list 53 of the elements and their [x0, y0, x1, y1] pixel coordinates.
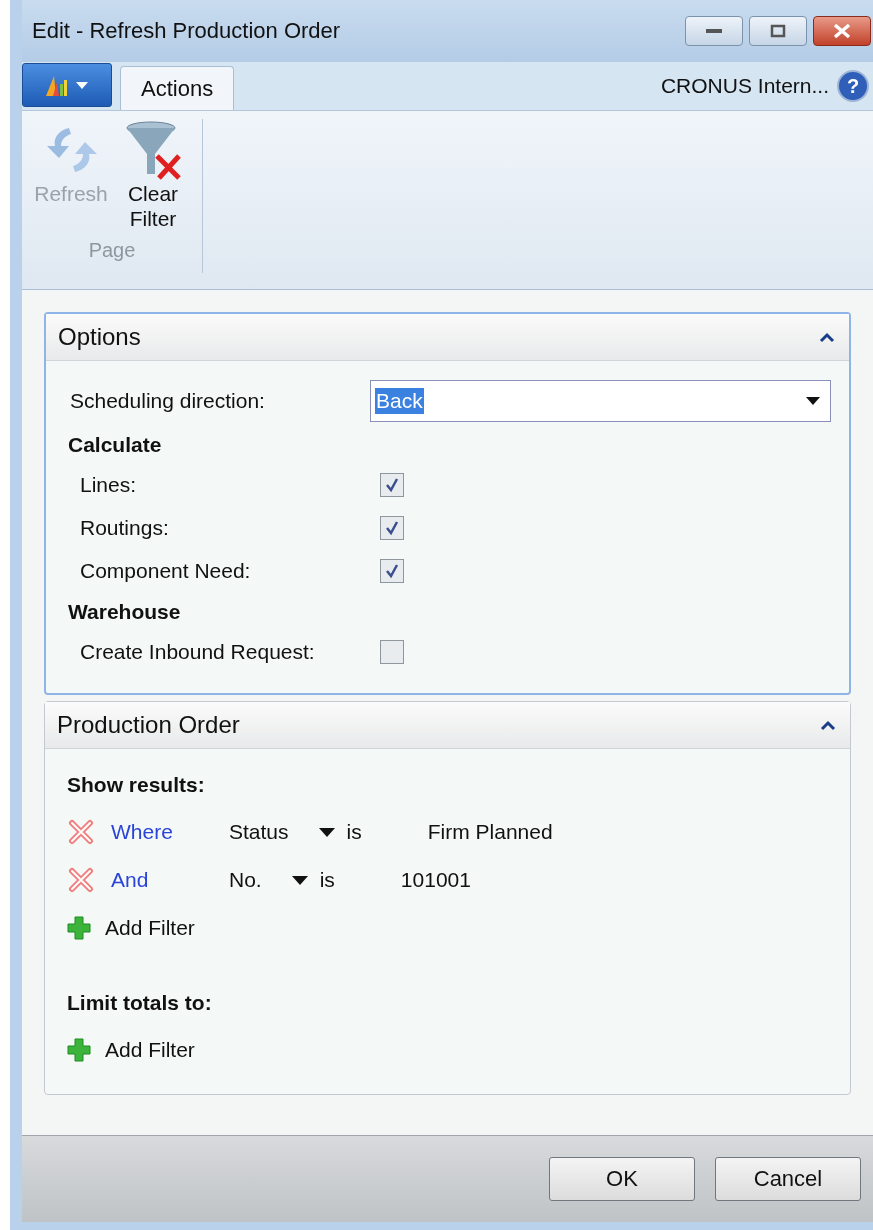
add-filter-link[interactable]: Add Filter [67, 909, 832, 947]
remove-icon[interactable] [67, 867, 95, 893]
collapse-icon[interactable] [820, 719, 836, 731]
window-title: Edit - Refresh Production Order [32, 18, 341, 44]
field-label: Scheduling direction: [69, 389, 266, 413]
checkbox[interactable] [380, 558, 404, 583]
checkmark-icon [384, 562, 400, 579]
section-heading: Show results: [67, 773, 206, 797]
collapse-icon[interactable] [819, 331, 835, 343]
filter-field[interactable]: Status [229, 820, 289, 844]
filter-value[interactable]: Firm Planned [427, 820, 553, 844]
plus-icon [67, 916, 91, 940]
panel-title: Options [58, 323, 141, 351]
section-heading: Limit totals to: [67, 991, 213, 1015]
field-label: Component Need: [79, 558, 252, 583]
close-button[interactable] [813, 16, 871, 46]
filter-operator: is [319, 868, 335, 892]
checkbox[interactable] [380, 472, 404, 497]
add-filter-link[interactable]: Add Filter [67, 1031, 832, 1069]
help-button[interactable]: ? [837, 70, 869, 102]
app-menu-button[interactable] [22, 63, 112, 107]
minimize-icon [705, 27, 723, 35]
checkbox[interactable] [380, 515, 404, 540]
field-label: Lines: [79, 472, 138, 497]
field-label: Create Inbound Request: [79, 639, 316, 664]
checkbox[interactable] [380, 639, 404, 664]
field-label: Routings: [79, 515, 170, 540]
remove-icon[interactable] [67, 819, 95, 845]
group-label: Page [88, 239, 136, 263]
filter-connector-link[interactable]: And [95, 868, 229, 892]
minimize-button[interactable] [685, 16, 743, 46]
filter-connector-link[interactable]: Where [95, 820, 229, 844]
plus-icon [67, 1038, 91, 1062]
checkmark-icon [384, 519, 400, 536]
filter-field[interactable]: No. [229, 868, 262, 892]
dialog-button[interactable]: OK [549, 1157, 695, 1201]
company-name[interactable]: CRONUS Intern... [660, 74, 829, 98]
group-heading: Calculate [68, 433, 163, 457]
panel-title: Production Order [57, 711, 240, 739]
maximize-icon [770, 24, 786, 38]
group-heading: Warehouse [68, 600, 182, 624]
maximize-button[interactable] [749, 16, 807, 46]
filter-value[interactable]: 101001 [400, 868, 471, 892]
checkmark-icon [384, 476, 400, 493]
clear-filter-button[interactable]: Clear Filter [114, 119, 192, 232]
caret-icon[interactable] [318, 827, 335, 837]
filter-operator: is [346, 820, 362, 844]
caret-icon [806, 397, 820, 405]
close-icon [832, 23, 852, 39]
dropdown-field[interactable]: Back [370, 380, 831, 422]
caret-icon[interactable] [291, 875, 308, 885]
ribbon-tab[interactable]: Actions [120, 66, 235, 110]
dialog-button[interactable]: Cancel [715, 1157, 861, 1201]
